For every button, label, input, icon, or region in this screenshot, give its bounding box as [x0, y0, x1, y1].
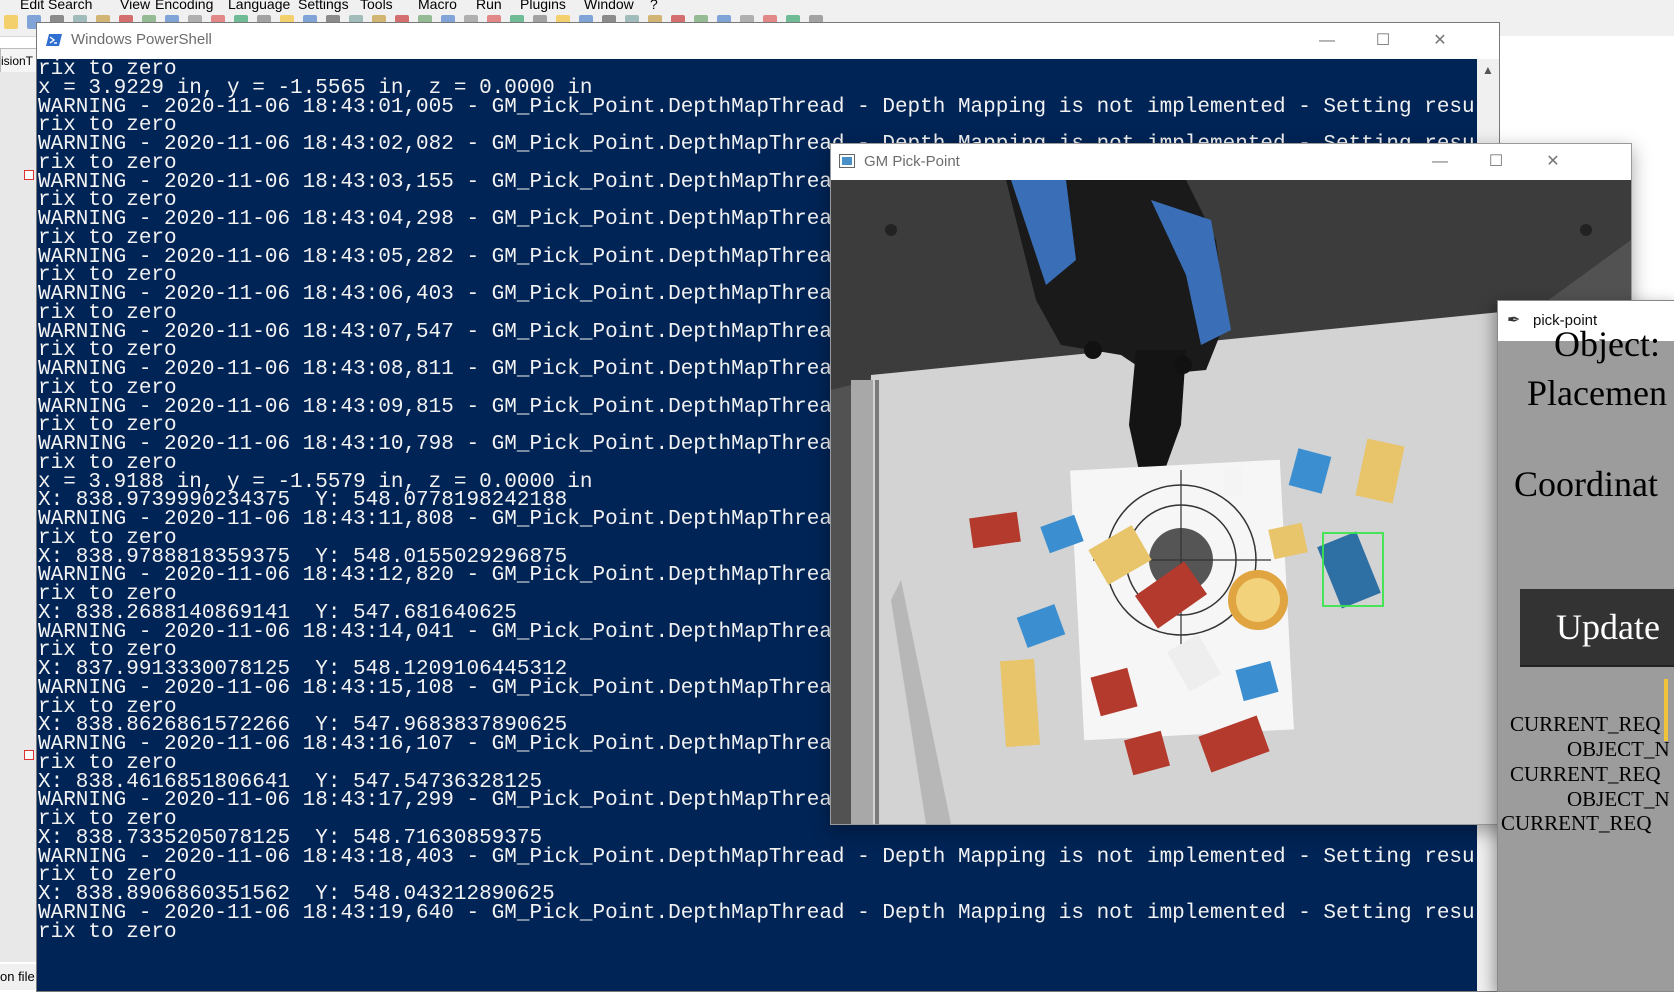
object-label: Object:: [1554, 324, 1660, 364]
entry-field[interactable]: [1664, 679, 1674, 741]
pick-point-window: ✒ pick-point Object: Placemen Coordinat …: [1497, 300, 1674, 992]
powershell-icon: [46, 34, 62, 46]
editor-menubar: Edit Search View Encoding Language Settings To…: [0, 0, 1674, 12]
editor-tab-label: isionT: [1, 54, 34, 68]
minimize-button[interactable]: —: [1411, 144, 1469, 180]
close-icon: ✕: [1546, 153, 1560, 170]
fold-marker-icon[interactable]: [24, 170, 34, 180]
update-button[interactable]: Update: [1520, 589, 1674, 667]
maximize-icon: ☐: [1488, 153, 1504, 170]
console-line: WARNING - 2020-11-06 18:43:19,640 - GM_P…: [38, 901, 1477, 925]
maximize-icon: ☐: [1375, 32, 1391, 49]
gm-titlebar[interactable]: GM Pick-Point — ☐ ✕: [831, 144, 1631, 180]
editor-status-text: on file: [0, 969, 35, 984]
gm-title: GM Pick-Point: [864, 153, 960, 170]
minimize-icon: —: [1319, 32, 1335, 49]
minimize-button[interactable]: —: [1298, 23, 1356, 59]
fold-marker-icon[interactable]: [24, 750, 34, 760]
editor-status-bar: on file: [0, 964, 36, 990]
log-line: CURRENT_REQ: [1510, 762, 1661, 786]
log-line: CURRENT_REQ: [1510, 712, 1661, 736]
app-window-icon: [839, 154, 855, 168]
console-line: WARNING - 2020-11-06 18:43:01,005 - GM_P…: [38, 95, 1477, 119]
scroll-up-icon[interactable]: ▲: [1482, 63, 1494, 77]
toolbar-button-icon[interactable]: [4, 15, 18, 29]
close-button[interactable]: ✕: [1411, 23, 1469, 59]
close-button[interactable]: ✕: [1524, 144, 1582, 180]
console-line: WARNING - 2020-11-06 18:43:18,403 - GM_P…: [38, 845, 1477, 869]
minimize-icon: —: [1432, 153, 1448, 170]
log-line: OBJECT_N: [1567, 737, 1670, 761]
coordinates-label: Coordinat: [1514, 464, 1658, 504]
log-line: OBJECT_N: [1567, 787, 1670, 811]
editor-gutter: [0, 72, 37, 962]
powershell-title: Windows PowerShell: [71, 31, 212, 48]
console-line: rix to zero: [38, 920, 177, 944]
powershell-titlebar[interactable]: Windows PowerShell — ☐ ✕: [37, 23, 1499, 59]
maximize-button[interactable]: ☐: [1467, 144, 1525, 180]
feather-icon: ✒: [1507, 312, 1521, 329]
close-icon: ✕: [1433, 32, 1447, 49]
placement-label: Placemen: [1527, 373, 1667, 413]
editor-tab[interactable]: isionT: [0, 48, 38, 74]
log-line: CURRENT_REQ: [1501, 811, 1652, 835]
maximize-button[interactable]: ☐: [1354, 23, 1412, 59]
